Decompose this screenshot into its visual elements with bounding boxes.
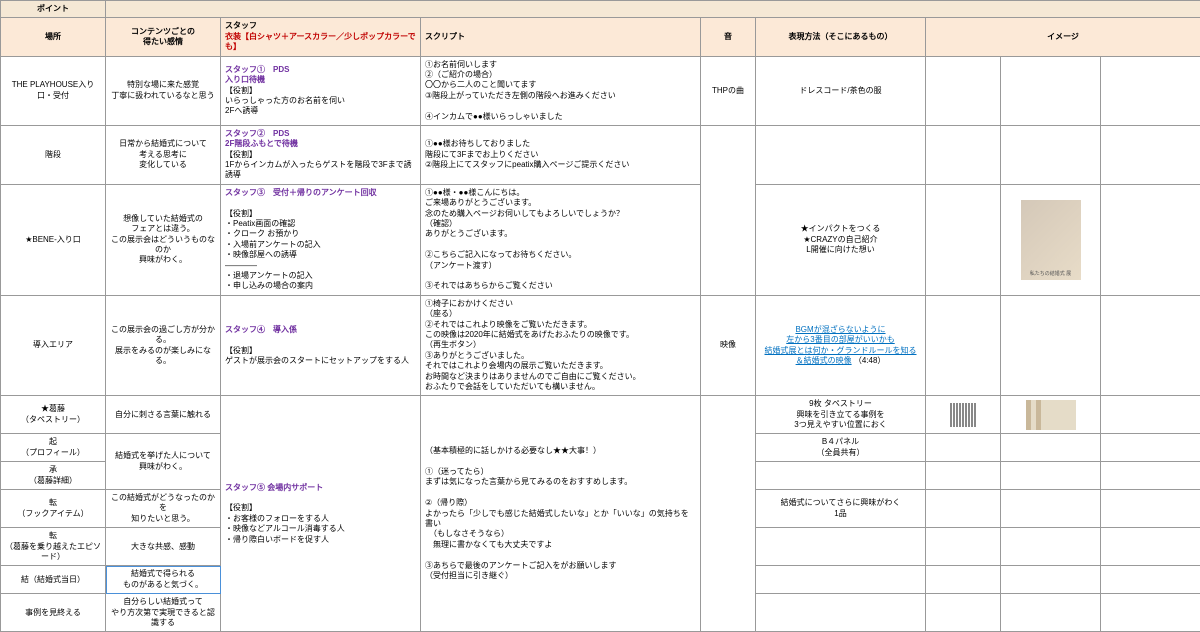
header-feeling: コンテンツごとの得たい感情 <box>106 18 221 56</box>
header-point: ポイント <box>1 1 106 18</box>
table-row: 階段 日常から結婚式について考える思考に変化している スタッフ② PDS2F階段… <box>1 125 1200 184</box>
header-staff: スタッフ 衣装【白シャツ＋アースカラー／少しポップカラーでも】 <box>221 18 421 56</box>
exhibition-poster-image <box>1021 200 1081 280</box>
plan-table: ポイント 場所 コンテンツごとの得たい感情 スタッフ 衣装【白シャツ＋アースカラ… <box>0 0 1200 632</box>
header-script: スクリプト <box>421 18 701 56</box>
header-sound: 音 <box>701 18 756 56</box>
table-row: 導入エリア この展示会の過ごし方が分かる。展示をみるのが楽しみになる。 スタッフ… <box>1 295 1200 396</box>
tapestry-icon <box>930 403 996 427</box>
bgm-link[interactable]: BGMが混ざらないように左から3番目の部屋がいいかも <box>786 325 894 344</box>
tapestry-photo <box>1026 400 1076 430</box>
table-row: ★葛藤（タペストリー） 自分に刺さる言葉に触れる スタッフ⑤ 会場内サポート 【… <box>1 396 1200 434</box>
header-image: イメージ <box>926 18 1200 56</box>
table-row: ★BENE-入り口 想像していた結婚式のフェアとは違う。この展示会はどういうもの… <box>1 184 1200 295</box>
table-row: THE PLAYHOUSE入り口・受付 特別な場に来た感覚丁寧に扱われているなと… <box>1 56 1200 125</box>
header-expression: 表現方法（そこにあるもの） <box>756 18 926 56</box>
video-link[interactable]: 結婚式展とは何か・グランドルールを知る＆結婚式の映像 <box>765 346 917 365</box>
header-place: 場所 <box>1 18 106 56</box>
